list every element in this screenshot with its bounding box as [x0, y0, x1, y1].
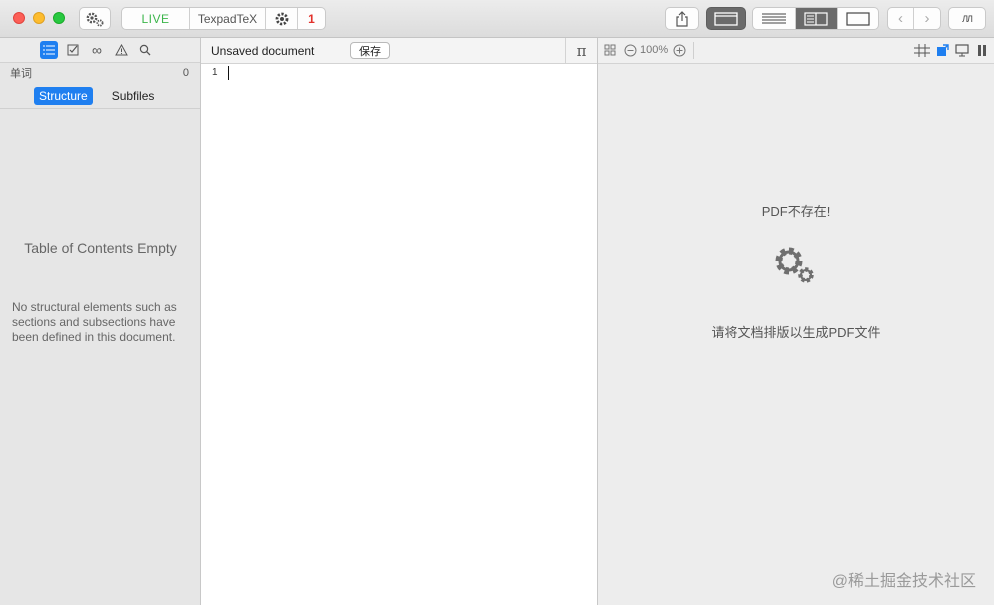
text-lines-icon: [762, 13, 787, 23]
sync-icon[interactable]: [914, 44, 930, 60]
share-button[interactable]: [665, 7, 699, 30]
toc-empty-title: Table of Contents Empty: [24, 240, 177, 256]
zoom-window-button[interactable]: [53, 12, 65, 24]
word-count-value: 0: [182, 67, 189, 79]
editor-text-area[interactable]: [223, 64, 597, 605]
typeset-control: LIVE TexpadTeX 1: [121, 7, 326, 30]
close-window-button[interactable]: [13, 12, 25, 24]
word-count-row: 单词 0: [0, 63, 200, 83]
open-external-icon[interactable]: [936, 44, 949, 60]
list-icon: [43, 45, 55, 55]
split-view-icon: [804, 11, 829, 26]
document-title: Unsaved document: [211, 43, 315, 58]
sidebar: ∞ 单词 0 Structure Subfiles Table of Conte…: [0, 38, 201, 605]
error-count-button[interactable]: 1: [298, 8, 325, 29]
tab-subfiles[interactable]: Subfiles: [107, 87, 160, 105]
preview-toggle-button[interactable]: ЛЛ: [948, 7, 986, 30]
settings-menu-button[interactable]: [79, 7, 111, 30]
search-mode-button[interactable]: [136, 41, 154, 59]
search-icon: [139, 44, 151, 56]
toggle-sidebar-button[interactable]: [706, 7, 746, 30]
outline-tabs: Structure Subfiles: [0, 83, 200, 109]
references-mode-button[interactable]: ∞: [88, 41, 106, 59]
typeset-hint: 请将文档排版以生成PDF文件: [711, 325, 881, 340]
chevron-left-icon: ‹: [898, 10, 903, 27]
live-toggle[interactable]: LIVE: [122, 8, 190, 29]
toc-empty-description: No structural elements such as sections …: [12, 300, 177, 344]
gears-icon: [86, 12, 104, 26]
window-toolbar: LIVE TexpadTeX 1 ‹ › ЛЛ: [0, 0, 994, 38]
source-editor: Unsaved document 保存 π 1: [201, 38, 598, 605]
chevron-right-icon: ›: [924, 10, 930, 27]
zoom-out-icon[interactable]: [624, 44, 637, 60]
grid-icon[interactable]: [604, 44, 616, 59]
history-navigation: ‹ ›: [887, 7, 941, 30]
sidebar-layout-icon: [714, 11, 738, 26]
typeset-settings-button[interactable]: [266, 8, 298, 29]
share-icon: [676, 10, 688, 27]
layout-editor-only[interactable]: [753, 8, 797, 29]
outline-mode-button[interactable]: [40, 41, 58, 59]
sidebar-mode-bar: ∞: [0, 38, 200, 63]
issues-mode-button[interactable]: [112, 41, 130, 59]
layout-switcher: [752, 7, 879, 30]
save-button[interactable]: 保存: [350, 42, 390, 59]
typesetter-label: TexpadTeX: [197, 11, 258, 26]
pdf-missing-message: PDF不存在!: [761, 204, 831, 219]
live-label: LIVE: [141, 11, 170, 26]
pdf-header: 100%: [598, 38, 994, 64]
layout-pdf-only[interactable]: [838, 8, 878, 29]
line-number: 1: [212, 67, 218, 78]
checkbox-icon: [67, 44, 79, 56]
editor-header: Unsaved document 保存 π: [201, 38, 597, 64]
gears-icon: [773, 245, 819, 288]
gear-icon: [275, 12, 288, 25]
back-button[interactable]: ‹: [888, 8, 915, 29]
minimize-window-button[interactable]: [33, 12, 45, 24]
zoom-in-icon[interactable]: [673, 44, 686, 60]
pdf-preview: 100% PDF不存在! 请将文档排版以生成PDF文件: [598, 38, 994, 605]
pause-icon[interactable]: [977, 44, 987, 60]
watermark: @稀土掘金技术社区: [831, 573, 976, 590]
math-symbols-button[interactable]: π: [565, 38, 597, 63]
page-view-icon: [846, 11, 870, 26]
word-count-label: 单词: [10, 68, 32, 80]
zoom-level: 100%: [640, 44, 669, 56]
display-icon[interactable]: [955, 44, 969, 60]
todo-mode-button[interactable]: [64, 41, 82, 59]
header-divider: [693, 42, 694, 59]
infinity-icon: ∞: [92, 42, 102, 58]
warning-icon: [114, 44, 128, 56]
typesetter-selector[interactable]: TexpadTeX: [190, 8, 266, 29]
tab-structure[interactable]: Structure: [34, 86, 93, 105]
error-count: 1: [308, 11, 315, 26]
forward-button[interactable]: ›: [914, 8, 940, 29]
layout-split[interactable]: [796, 8, 838, 29]
preview-label: ЛЛ: [962, 13, 973, 24]
